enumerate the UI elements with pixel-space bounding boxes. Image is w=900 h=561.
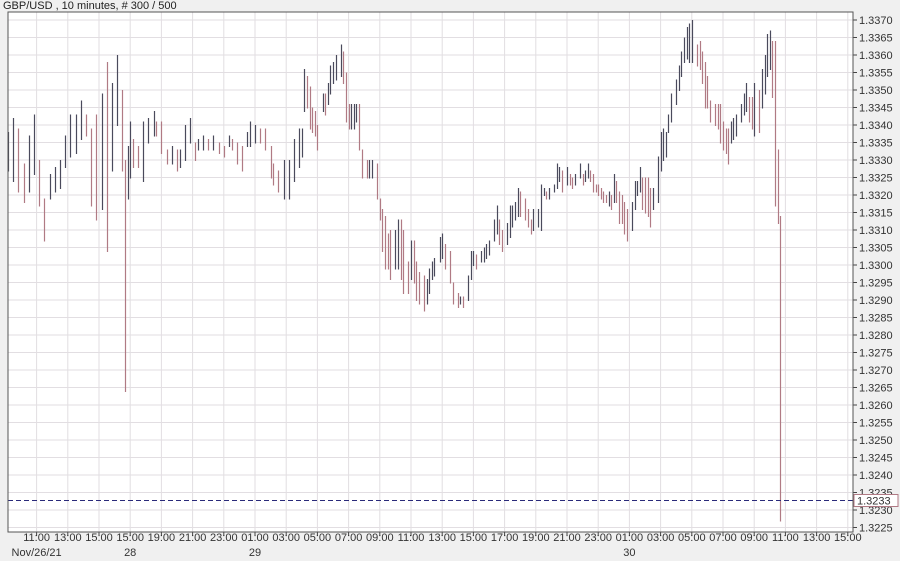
y-tick-label: 1.3285: [859, 313, 893, 325]
x-tick-label: 13:00: [803, 532, 831, 544]
x-tick-label: 15:00: [85, 532, 113, 544]
y-tick-label: 1.3355: [859, 68, 893, 80]
x-tick-label: 05:00: [678, 532, 706, 544]
x-tick-label: 23:00: [210, 532, 238, 544]
x-tick-label: 13:00: [54, 532, 82, 544]
x-tick-label: 15:00: [460, 532, 488, 544]
y-tick-label: 1.3245: [859, 453, 893, 465]
y-tick-label: 1.3330: [859, 155, 893, 167]
y-tick-label: 1.3345: [859, 103, 893, 115]
x-tick-label: 07:00: [335, 532, 363, 544]
y-tick-label: 1.3270: [859, 365, 893, 377]
y-tick-label: 1.3350: [859, 85, 893, 97]
x-tick-label: 17:00: [491, 532, 519, 544]
x-tick-label: 09:00: [740, 532, 768, 544]
x-tick-label: 09:00: [366, 532, 394, 544]
x-tick-label: 15:00: [834, 532, 862, 544]
x-tick-label: 01:00: [241, 532, 269, 544]
x-tick-label: 15:00: [116, 532, 144, 544]
date-label: 28: [124, 547, 136, 559]
date-label: Nov/26/21: [12, 547, 62, 559]
y-tick-label: 1.3295: [859, 278, 893, 290]
x-tick-label: 11:00: [398, 532, 425, 544]
y-tick-label: 1.3335: [859, 138, 893, 150]
y-tick-label: 1.3365: [859, 33, 893, 45]
y-tick-label: 1.3280: [859, 330, 893, 342]
x-tick-label: 19:00: [148, 532, 176, 544]
y-tick-label: 1.3305: [859, 243, 893, 255]
current-price-label: 1.3233: [857, 496, 891, 508]
y-tick-label: 1.3315: [859, 208, 893, 220]
y-tick-label: 1.3290: [859, 295, 893, 307]
y-tick-label: 1.3300: [859, 260, 893, 272]
y-tick-label: 1.3240: [859, 470, 893, 482]
y-tick-label: 1.3265: [859, 383, 893, 395]
x-tick-label: 21:00: [179, 532, 207, 544]
date-label: 30: [623, 547, 635, 559]
y-tick-label: 1.3320: [859, 190, 893, 202]
x-tick-label: 11:00: [772, 532, 799, 544]
y-tick-label: 1.3310: [859, 225, 893, 237]
x-tick-label: 01:00: [616, 532, 644, 544]
y-tick-label: 1.3225: [859, 523, 893, 535]
y-tick-label: 1.3360: [859, 50, 893, 62]
ohlc-chart: 1.3370 1.3365 1.3360 1.3355 1.3350 1.3345 1.33…: [7, 11, 899, 559]
y-tick-label: 1.3260: [859, 400, 893, 412]
y-tick-label: 1.3325: [859, 173, 893, 185]
y-tick-label: 1.3275: [859, 348, 893, 360]
y-tick-label: 1.3340: [859, 120, 893, 132]
date-label: 29: [249, 547, 261, 559]
x-tick-label: 11:00: [23, 532, 50, 544]
y-tick-label: 1.3250: [859, 435, 893, 447]
y-tick-label: 1.3370: [859, 15, 893, 27]
x-tick-label: 19:00: [522, 532, 550, 544]
x-tick-label: 21:00: [553, 532, 581, 544]
x-tick-label: 03:00: [647, 532, 675, 544]
x-tick-label: 23:00: [584, 532, 612, 544]
x-tick-label: 13:00: [428, 532, 456, 544]
y-tick-label: 1.3255: [859, 418, 893, 430]
x-tick-label: 05:00: [304, 532, 332, 544]
x-tick-label: 07:00: [709, 532, 737, 544]
x-tick-label: 03:00: [272, 532, 300, 544]
